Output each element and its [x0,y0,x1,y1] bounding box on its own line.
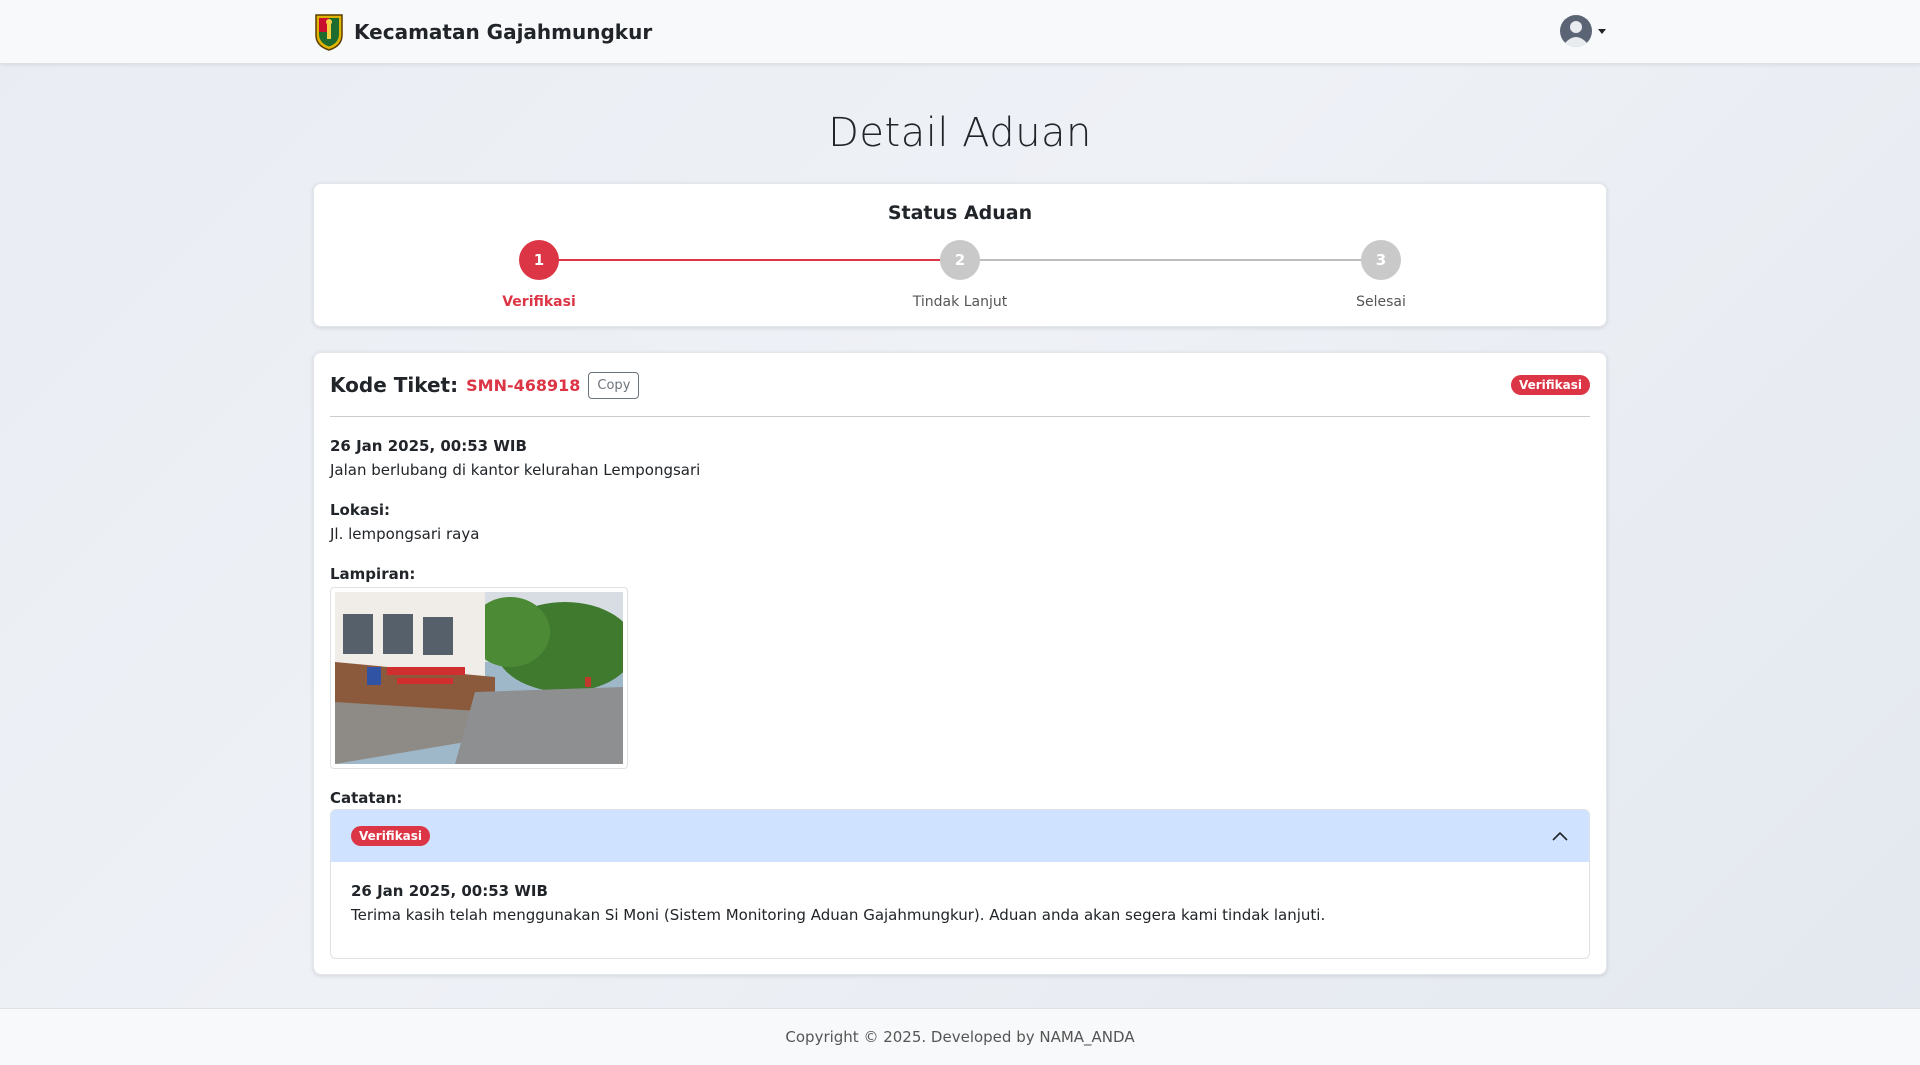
caret-down-icon [1598,28,1606,34]
notes-label: Catatan: [330,789,403,807]
complaint-summary: 26 Jan 2025, 00:53 WIB Jalan berlubang d… [330,437,700,479]
accordion-body: 26 Jan 2025, 00:53 WIB Terima kasih tela… [331,862,1589,944]
step-number: 2 [940,240,980,280]
status-badge: Verifikasi [1510,375,1590,395]
step-label: Selesai [1356,294,1406,310]
status-card: Status Aduan 1 Verifikasi 2 Tindak Lanju… [313,183,1607,327]
location-section: Lokasi: Jl. lempongsari raya [330,501,479,543]
note-datetime: 26 Jan 2025, 00:53 WIB [351,882,548,900]
status-title: Status Aduan [887,202,1033,224]
brand-link[interactable]: Kecamatan Gajahmungkur [314,12,652,52]
accordion-toggle[interactable]: Verifikasi [331,810,1589,862]
footer: Copyright © 2025. Developed by NAMA_ANDA [0,1008,1920,1065]
user-avatar-icon [1560,15,1592,47]
attachment-thumbnail[interactable] [330,587,628,769]
attachment-photo [335,592,623,764]
attachment-label: Lampiran: [330,565,416,583]
ticket-header: Kode Tiket: SMN-468918 Copy [330,369,640,401]
note-message: Terima kasih telah menggunakan Si Moni (… [351,906,1326,924]
step-tindak-lanjut: 2 Tindak Lanjut [890,240,1030,310]
location-value: Jl. lempongsari raya [330,525,480,543]
complaint-datetime: 26 Jan 2025, 00:53 WIB [330,437,527,455]
coat-of-arms-icon [315,14,343,51]
note-status-badge: Verifikasi [351,826,431,846]
page-title: Detail Aduan [828,110,1092,156]
step-number: 1 [519,240,559,280]
ticket-label: Kode Tiket: [330,373,459,397]
brand-title: Kecamatan Gajahmungkur [354,20,653,44]
copy-button[interactable]: Copy [588,371,640,399]
user-menu-dropdown[interactable] [1560,15,1606,47]
complaint-description: Jalan berlubang di kantor kelurahan Lemp… [330,461,701,479]
step-label: Verifikasi [502,294,576,310]
navbar: Kecamatan Gajahmungkur [0,0,1920,63]
notes-accordion: Verifikasi 26 Jan 2025, 00:53 WIB Terima… [330,809,1590,959]
step-selesai: 3 Selesai [1311,240,1451,310]
complaint-detail-card: Kode Tiket: SMN-468918 Copy Verifikasi 2… [313,352,1607,975]
footer-copyright: Copyright © 2025. Developed by NAMA_ANDA [785,1028,1135,1046]
location-label: Lokasi: [330,501,391,519]
step-verifikasi: 1 Verifikasi [469,240,609,310]
step-label: Tindak Lanjut [912,294,1008,310]
ticket-code: SMN-468918 [466,375,581,395]
chevron-up-icon [1552,831,1568,841]
divider [330,416,1590,417]
step-number: 3 [1361,240,1401,280]
